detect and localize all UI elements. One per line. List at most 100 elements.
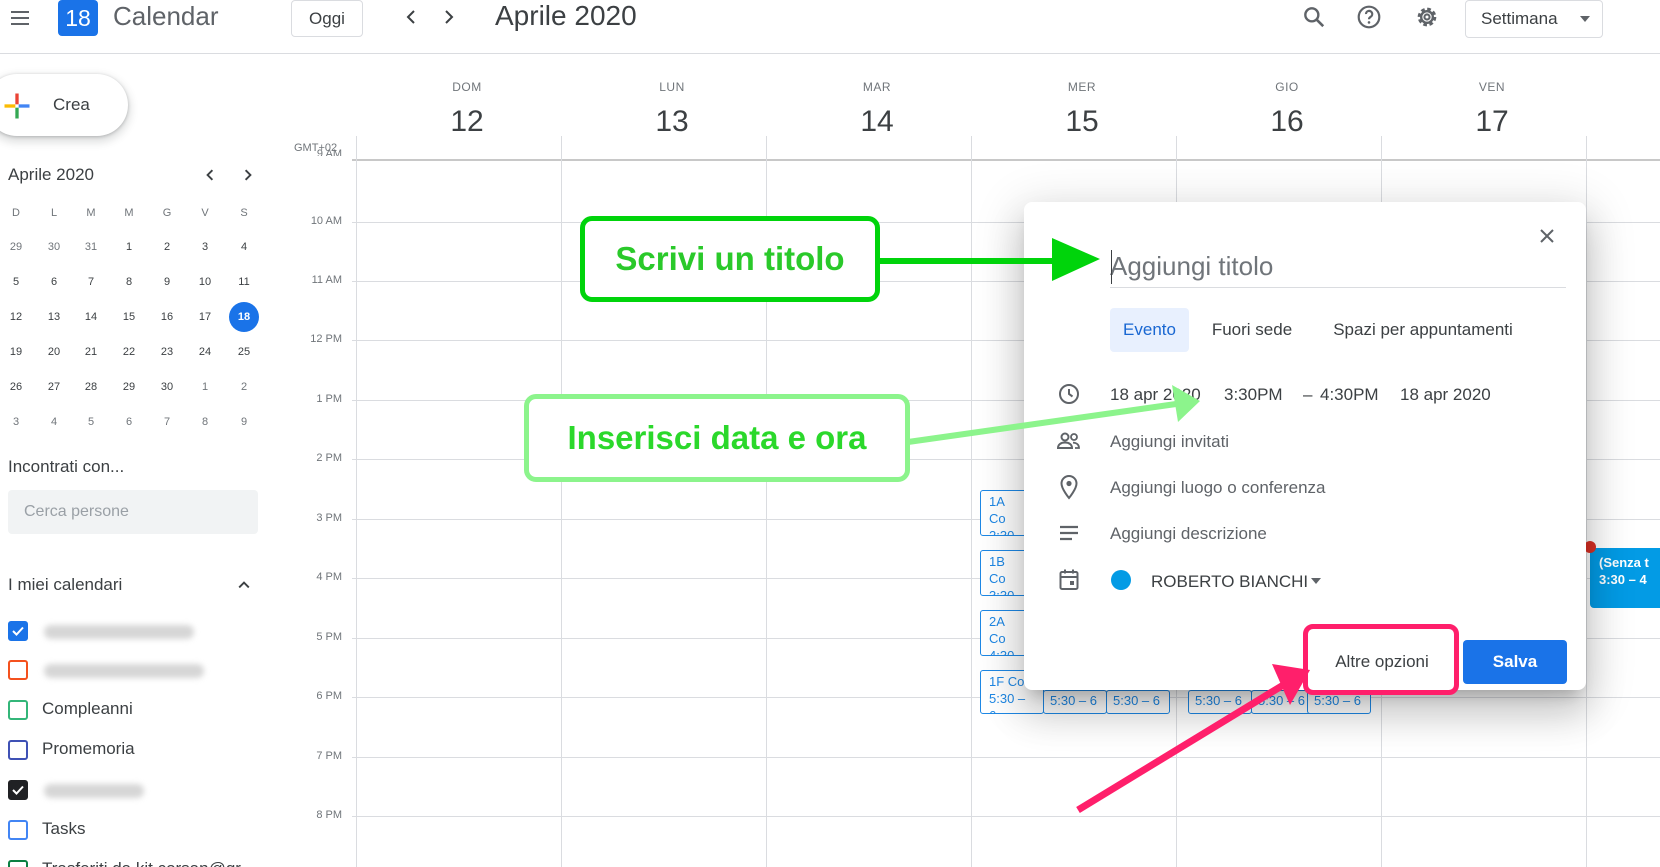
save-button[interactable]: Salva (1463, 640, 1567, 684)
calendar-list-item[interactable]: Promemoria (8, 736, 258, 766)
event-title-input[interactable] (1110, 246, 1566, 288)
mini-calendar-day[interactable]: 10 (190, 267, 220, 297)
people-search-input[interactable] (8, 490, 258, 534)
checkbox-icon[interactable] (8, 740, 28, 760)
start-time-field[interactable]: 3:30PM (1224, 385, 1283, 405)
checkbox-icon[interactable] (8, 820, 28, 840)
calendar-list-item[interactable]: Compleanni (8, 696, 258, 726)
tab-out-of-office[interactable]: Fuori sede (1200, 308, 1304, 352)
mini-calendar-day[interactable]: 11 (229, 267, 259, 297)
next-period-button[interactable] (434, 2, 464, 32)
day-header-number[interactable]: 16 (1185, 105, 1389, 139)
tab-event[interactable]: Evento (1110, 308, 1189, 352)
tab-appointment-slots[interactable]: Spazi per appuntamenti (1318, 308, 1528, 352)
mini-calendar-day[interactable]: 13 (39, 302, 69, 332)
calendar-event[interactable]: 1A Co 2:30 – (980, 490, 1028, 536)
mini-calendar-next-button[interactable] (236, 163, 260, 187)
mini-calendar-prev-button[interactable] (198, 163, 222, 187)
today-button[interactable]: Oggi (291, 0, 363, 37)
weekday-label: S (240, 207, 248, 219)
day-header-number[interactable]: 17 (1390, 105, 1594, 139)
calendar-logo[interactable]: 18 (58, 0, 98, 36)
mini-calendar-day[interactable]: 26 (1, 372, 31, 402)
mini-calendar-day[interactable]: 7 (76, 267, 106, 297)
untitled-event[interactable]: (Senza t 3:30 – 4 (1590, 548, 1660, 608)
checkbox-checked-icon[interactable] (8, 621, 28, 641)
mini-calendar-day[interactable]: 29 (114, 372, 144, 402)
previous-period-button[interactable] (396, 2, 426, 32)
mini-calendar-day[interactable]: 17 (190, 302, 220, 332)
mini-calendar-day[interactable]: 9 (152, 267, 182, 297)
mini-calendar-day[interactable]: 19 (1, 337, 31, 367)
mini-calendar-day[interactable]: 9 (229, 407, 259, 437)
mini-calendar-day[interactable]: 27 (39, 372, 69, 402)
annotation-enter-datetime: Inserisci data e ora (524, 394, 910, 482)
checkbox-icon[interactable] (8, 700, 28, 720)
calendar-event[interactable]: 1B Co 3:30 – (980, 550, 1028, 596)
mini-calendar-day[interactable]: 24 (190, 337, 220, 367)
mini-calendar-day[interactable]: 4 (229, 232, 259, 262)
mini-calendar-day[interactable]: 6 (114, 407, 144, 437)
calendar-owner-select[interactable]: ROBERTO BIANCHI (1151, 572, 1308, 592)
add-location-field[interactable]: Aggiungi luogo o conferenza (1110, 478, 1326, 498)
mini-calendar-day[interactable]: 5 (1, 267, 31, 297)
calendar-event[interactable]: 5:30 – 6 (1043, 690, 1107, 714)
mini-calendar-day[interactable]: 8 (114, 267, 144, 297)
add-description-field[interactable]: Aggiungi descrizione (1110, 524, 1267, 544)
mini-calendar-day[interactable]: 1 (114, 232, 144, 262)
calendar-list-item[interactable] (8, 617, 258, 647)
calendar-event[interactable]: 5:30 – 6 (1188, 690, 1252, 714)
mini-calendar-day[interactable]: 4 (39, 407, 69, 437)
mini-calendar-day[interactable]: 28 (76, 372, 106, 402)
day-header-number[interactable]: 15 (980, 105, 1184, 139)
mini-calendar-day[interactable]: 8 (190, 407, 220, 437)
calendar-event[interactable]: 2A Co 4:30 – (980, 610, 1028, 656)
day-header-number[interactable]: 13 (570, 105, 774, 139)
start-date-field[interactable]: 18 apr 2020 (1110, 385, 1201, 405)
mini-calendar-day[interactable]: 22 (114, 337, 144, 367)
mini-calendar-day[interactable]: 30 (152, 372, 182, 402)
calendar-event[interactable]: 5:30 – 6 (1251, 690, 1315, 714)
mini-calendar-day[interactable]: 7 (152, 407, 182, 437)
mini-calendar-day[interactable]: 23 (152, 337, 182, 367)
mini-calendar-day[interactable]: 30 (39, 232, 69, 262)
dropdown-caret-icon (1580, 16, 1590, 22)
add-guests-field[interactable]: Aggiungi invitati (1110, 432, 1229, 452)
end-time-field[interactable]: 4:30PM (1320, 385, 1379, 405)
mini-calendar-day[interactable]: 18 (229, 302, 259, 332)
checkbox-icon[interactable] (8, 860, 28, 867)
view-selector[interactable]: Settimana (1465, 0, 1603, 38)
mini-calendar-day[interactable]: 29 (1, 232, 31, 262)
search-button[interactable] (1298, 1, 1330, 33)
mini-calendar-day[interactable]: 3 (190, 232, 220, 262)
mini-calendar-day[interactable]: 15 (114, 302, 144, 332)
my-calendars-collapse-button[interactable] (232, 573, 256, 597)
calendar-list-item[interactable]: Trasferiti da kit.corsan@gr (8, 856, 258, 867)
mini-calendar-day[interactable]: 2 (229, 372, 259, 402)
calendar-event[interactable]: 5:30 – 6 (1106, 690, 1170, 714)
day-header-number[interactable]: 14 (775, 105, 979, 139)
mini-calendar-day[interactable]: 14 (76, 302, 106, 332)
checkbox-checked-icon[interactable] (8, 780, 28, 800)
mini-calendar-day[interactable]: 2 (152, 232, 182, 262)
checkbox-icon[interactable] (8, 660, 28, 680)
calendar-list-item[interactable]: Tasks (8, 816, 258, 846)
day-header-number[interactable]: 12 (365, 105, 569, 139)
help-button[interactable] (1353, 1, 1385, 33)
mini-calendar-day[interactable]: 21 (76, 337, 106, 367)
end-date-field[interactable]: 18 apr 2020 (1400, 385, 1491, 405)
calendar-list-item[interactable] (8, 656, 258, 686)
mini-calendar-day[interactable]: 16 (152, 302, 182, 332)
mini-calendar-day[interactable]: 20 (39, 337, 69, 367)
settings-button[interactable] (1411, 1, 1443, 33)
mini-calendar-day[interactable]: 12 (1, 302, 31, 332)
mini-calendar-day[interactable]: 5 (76, 407, 106, 437)
mini-calendar-day[interactable]: 1 (190, 372, 220, 402)
calendar-list-item[interactable] (8, 776, 258, 806)
main-menu-button[interactable] (4, 2, 36, 34)
mini-calendar-day[interactable]: 31 (76, 232, 106, 262)
mini-calendar-day[interactable]: 25 (229, 337, 259, 367)
mini-calendar-day[interactable]: 3 (1, 407, 31, 437)
hour-label: 10 AM (310, 215, 342, 227)
mini-calendar-day[interactable]: 6 (39, 267, 69, 297)
